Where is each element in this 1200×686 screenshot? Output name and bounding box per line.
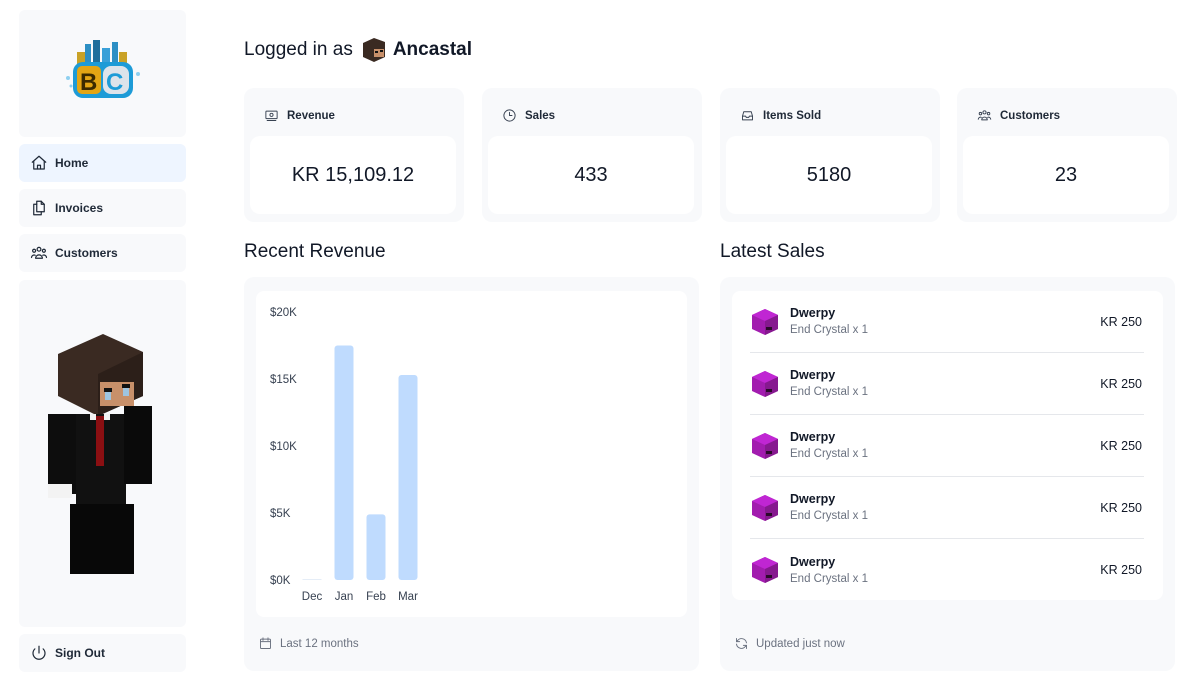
x-tick-label: Jan bbox=[335, 591, 354, 603]
bar-jan[interactable] bbox=[334, 345, 354, 581]
end-crystal-icon bbox=[752, 370, 778, 397]
logo[interactable]: B C bbox=[19, 10, 186, 137]
sale-customer-name: Dwerpy bbox=[790, 306, 836, 320]
refresh-icon bbox=[736, 638, 747, 649]
sale-row[interactable]: Dwerpy End Crystal x 1 KR 250 bbox=[750, 291, 1144, 353]
sale-row[interactable]: Dwerpy End Crystal x 1 KR 250 bbox=[750, 539, 1144, 601]
latest-sales-panel: Dwerpy End Crystal x 1 KR 250 Dwerpy End Cry… bbox=[720, 277, 1175, 671]
sale-amount: KR 250 bbox=[1100, 500, 1142, 515]
end-crystal-icon bbox=[752, 557, 778, 583]
banknote-icon bbox=[265, 110, 278, 121]
sale-row[interactable]: Dwerpy End Crystal x 1 KR 250 bbox=[750, 477, 1144, 539]
x-tick-label: Feb bbox=[366, 591, 386, 603]
x-tick-label: Dec bbox=[302, 591, 323, 603]
stat-label: Revenue bbox=[287, 109, 335, 122]
sale-item-description: End Crystal x 1 bbox=[790, 386, 868, 398]
revenue-chart-svg: $0K $5K $10K $15K $20K Dec Jan Feb Mar bbox=[270, 307, 418, 603]
stat-card-sales: Sales 433 bbox=[482, 88, 702, 222]
sale-customer-name: Dwerpy bbox=[790, 492, 836, 506]
y-tick-label: $0K bbox=[270, 575, 291, 587]
bar-mar[interactable] bbox=[398, 374, 418, 580]
sale-row[interactable]: Dwerpy End Crystal x 1 KR 250 bbox=[750, 353, 1144, 415]
stat-value: 5180 bbox=[726, 136, 932, 214]
stat-value: 23 bbox=[963, 136, 1169, 214]
player-skin-image bbox=[47, 333, 152, 574]
user-avatar bbox=[362, 38, 385, 62]
sale-customer-name: Dwerpy bbox=[790, 368, 836, 382]
y-tick-label: $20K bbox=[270, 307, 297, 319]
sidebar-item-invoices[interactable]: Invoices bbox=[19, 189, 186, 227]
sale-amount: KR 250 bbox=[1100, 438, 1142, 453]
sign-out-label: Sign Out bbox=[55, 646, 105, 660]
username: Ancastal bbox=[392, 39, 473, 60]
documents-icon bbox=[30, 199, 48, 217]
logged-in-header: Logged in as Ancastal bbox=[244, 36, 472, 64]
sale-item-description: End Crystal x 1 bbox=[790, 448, 868, 460]
sidebar-item-home[interactable]: Home bbox=[19, 144, 186, 182]
sales-footer-text: Updated just now bbox=[756, 637, 845, 650]
sidebar-item-customers[interactable]: Customers bbox=[19, 234, 186, 272]
end-crystal-icon bbox=[752, 432, 778, 459]
sidebar-item-label: Invoices bbox=[55, 201, 104, 215]
stat-value: KR 15,109.12 bbox=[250, 136, 456, 214]
sale-amount: KR 250 bbox=[1100, 314, 1142, 329]
sidebar-item-label: Home bbox=[55, 156, 89, 170]
bar-feb[interactable] bbox=[366, 514, 386, 580]
end-crystal-icon bbox=[752, 494, 778, 521]
svg-text:C: C bbox=[106, 69, 123, 96]
stat-card-customers: Customers 23 bbox=[957, 88, 1177, 222]
y-tick-label: $5K bbox=[270, 508, 291, 520]
x-tick-label: Mar bbox=[398, 591, 418, 603]
calendar-icon bbox=[260, 637, 271, 649]
latest-sales-title: Latest Sales bbox=[720, 241, 825, 262]
stat-card-items-sold: Items Sold 5180 bbox=[720, 88, 940, 222]
y-tick-label: $15K bbox=[270, 374, 297, 386]
bc-logo-icon: B C bbox=[65, 39, 140, 98]
stat-label: Customers bbox=[1000, 109, 1061, 122]
sidebar: B C Home Invoices Customers Sign Out bbox=[19, 10, 186, 676]
bar-dec[interactable] bbox=[302, 579, 322, 580]
sale-customer-name: Dwerpy bbox=[790, 554, 836, 569]
revenue-footer-text: Last 12 months bbox=[280, 637, 359, 650]
sale-customer-name: Dwerpy bbox=[790, 430, 836, 444]
sign-out-button[interactable]: Sign Out bbox=[19, 634, 186, 672]
end-crystal-icon bbox=[752, 308, 778, 335]
player-skin-render bbox=[19, 280, 186, 627]
latest-sales-list: Dwerpy End Crystal x 1 KR 250 Dwerpy End Cry… bbox=[732, 291, 1163, 600]
sale-row[interactable]: Dwerpy End Crystal x 1 KR 250 bbox=[750, 415, 1144, 477]
clock-icon bbox=[503, 109, 516, 122]
sale-item-description: End Crystal x 1 bbox=[790, 572, 868, 585]
stat-label: Items Sold bbox=[763, 109, 822, 122]
logged-in-prefix: Logged in as bbox=[244, 39, 353, 60]
revenue-chart: $0K $5K $10K $15K $20K Dec Jan Feb Mar bbox=[256, 291, 687, 617]
recent-revenue-title: Recent Revenue bbox=[244, 241, 386, 262]
sale-item-description: End Crystal x 1 bbox=[790, 510, 868, 522]
sidebar-item-label: Customers bbox=[55, 246, 118, 260]
stat-card-revenue: Revenue KR 15,109.12 bbox=[244, 88, 464, 222]
inbox-icon bbox=[742, 111, 753, 121]
power-icon bbox=[30, 644, 48, 662]
sale-amount: KR 250 bbox=[1100, 563, 1142, 577]
users-icon bbox=[30, 244, 48, 262]
stat-value: 433 bbox=[488, 136, 694, 214]
sale-item-description: End Crystal x 1 bbox=[790, 324, 868, 336]
y-tick-label: $10K bbox=[270, 441, 297, 453]
svg-text:B: B bbox=[80, 69, 97, 96]
recent-revenue-panel: $0K $5K $10K $15K $20K Dec Jan Feb Mar Last 12 m… bbox=[244, 277, 699, 671]
sale-amount: KR 250 bbox=[1100, 376, 1142, 391]
users-icon bbox=[977, 110, 992, 121]
home-icon bbox=[30, 154, 48, 172]
stat-label: Sales bbox=[525, 109, 556, 122]
